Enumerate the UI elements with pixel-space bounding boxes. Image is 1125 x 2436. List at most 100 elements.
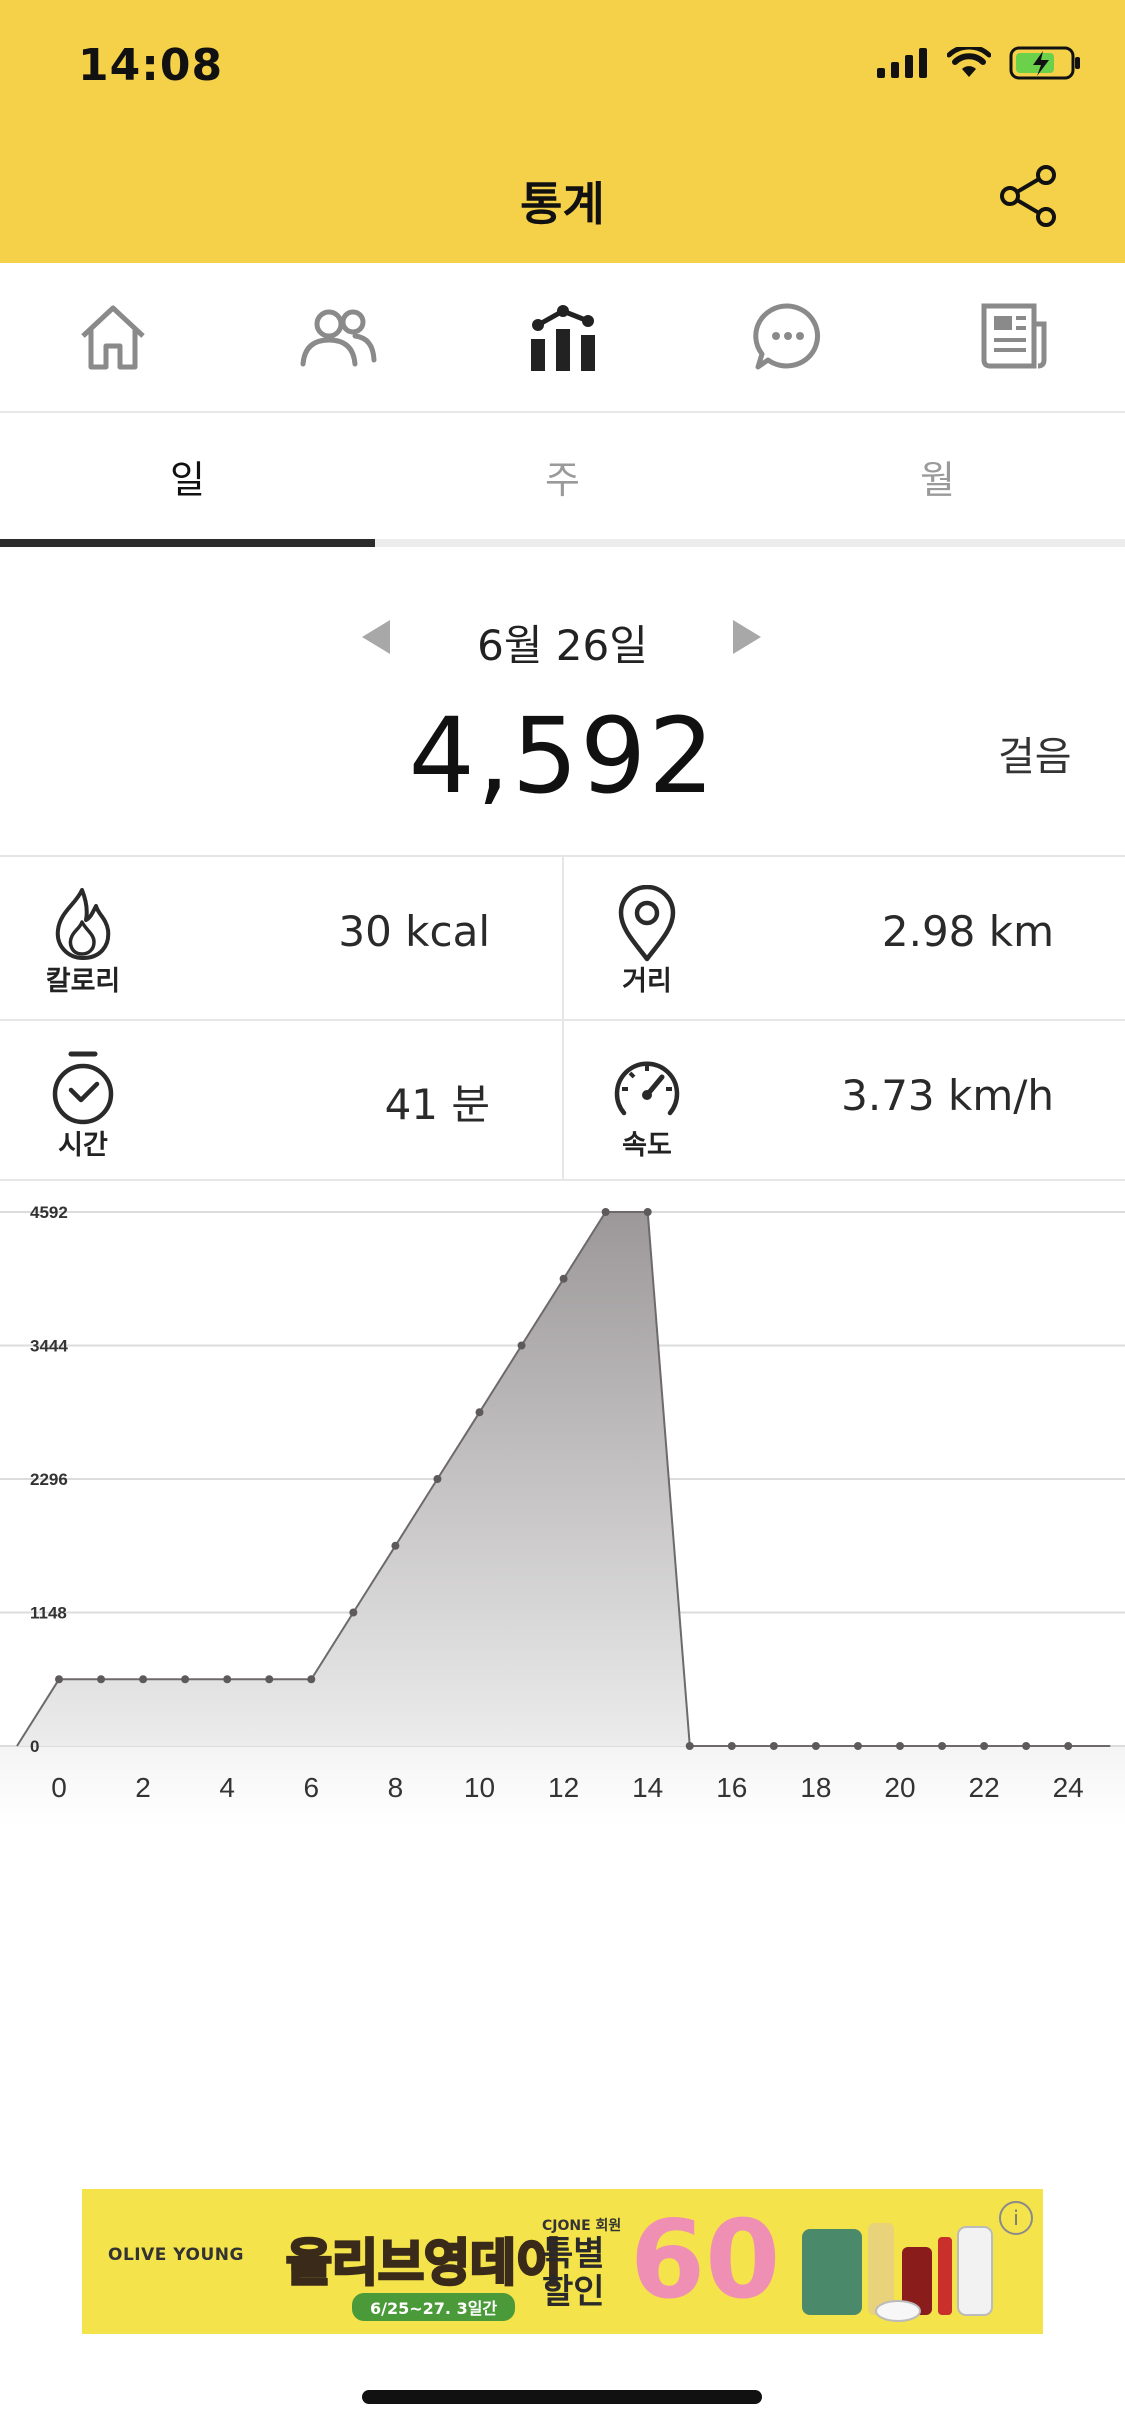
chart-x-tick-label: 12	[548, 1772, 579, 1803]
chart-x-tick-label: 18	[800, 1772, 831, 1803]
chart-data-point	[769, 1742, 778, 1750]
stat-distance-value: 2.98 km	[881, 907, 1054, 956]
chart-data-point	[517, 1341, 526, 1350]
chart-data-point	[811, 1742, 820, 1750]
stat-time: 시간 41 분	[0, 1021, 562, 1183]
chart-data-point	[727, 1742, 736, 1750]
newspaper-icon	[981, 303, 1046, 369]
stat-calories-label: 칼로리	[45, 966, 121, 997]
chart-x-tick-label: 0	[51, 1772, 67, 1803]
ad-products-image	[802, 2223, 993, 2322]
home-icon	[80, 305, 145, 370]
chart-y-tick-label: 0	[30, 1737, 39, 1756]
app-header: 14:08 통계	[0, 0, 1125, 263]
chart-data-point	[181, 1675, 190, 1684]
ad-dates: 6/25~27. 3일간	[352, 2293, 516, 2321]
stats-grid: 칼로리 30 kcal 거리 2.98 km 시간 41 분 속도 3.73 k…	[0, 855, 1125, 1181]
chart-data-point	[896, 1742, 904, 1750]
chart-x-tick-label: 6	[304, 1772, 320, 1803]
chart-data-point	[601, 1208, 610, 1216]
ad-info-icon[interactable]: i	[999, 2201, 1033, 2235]
stopwatch-icon	[38, 1043, 128, 1133]
stat-time-label: 시간	[58, 1130, 108, 1161]
flame-icon	[38, 879, 128, 969]
nav-chat[interactable]	[675, 263, 900, 411]
date-selector: 6월 26일	[0, 606, 1125, 670]
ad-brand: OLIVE YOUNG	[108, 2245, 244, 2265]
chart-data-point	[685, 1742, 694, 1750]
status-time: 14:08	[78, 40, 224, 91]
share-icon	[1000, 165, 1056, 227]
chart-data-point	[265, 1675, 274, 1684]
stat-calories-value: 30 kcal	[338, 907, 490, 956]
ad-title-main: 올리브영	[285, 2233, 472, 2294]
stat-calories: 칼로리 30 kcal	[0, 857, 562, 1019]
share-button[interactable]	[998, 164, 1060, 228]
home-indicator	[362, 2390, 762, 2404]
chart-x-tick-label: 10	[464, 1772, 495, 1803]
chart-x-tick-label: 14	[632, 1772, 663, 1803]
chart-data-point	[433, 1475, 442, 1483]
chat-bubble-icon	[752, 303, 820, 370]
chart-y-tick-label: 1148	[30, 1604, 67, 1623]
chart-data-point	[559, 1274, 568, 1283]
chart-data-point	[980, 1742, 989, 1750]
chart-data-point	[853, 1742, 862, 1750]
chart-x-tick-label: 2	[135, 1772, 151, 1803]
date-label: 6월 26일	[477, 621, 648, 670]
ad-percent: 60	[630, 2198, 781, 2323]
steps-area-chart: 01148229634444592 0 2 4 6 8 10 12 14 16 18 20 22 24	[0, 1203, 1125, 1826]
chart-data-point	[938, 1742, 947, 1750]
stat-distance: 거리 2.98 km	[564, 857, 1125, 1019]
ad-sale-label: 특별 할인	[542, 2234, 605, 2312]
chart-x-tick-label: 16	[716, 1772, 747, 1803]
chart-data-point	[97, 1675, 106, 1684]
tab-week[interactable]: 주	[375, 413, 750, 539]
tab-day[interactable]: 일	[0, 413, 375, 547]
period-tabs: 일 주 월	[0, 413, 1125, 547]
next-date-arrow-icon[interactable]	[733, 620, 761, 654]
chart-data-point	[1022, 1742, 1031, 1750]
wifi-icon	[947, 47, 991, 77]
nav-news[interactable]	[900, 263, 1125, 411]
stat-distance-label: 거리	[622, 966, 672, 997]
stat-time-value: 41 분	[384, 1080, 490, 1129]
chart-data-point	[307, 1675, 316, 1684]
chart-y-tick-label: 3444	[30, 1337, 68, 1356]
page-title: 통계	[520, 177, 605, 231]
chart-data-point	[475, 1408, 484, 1417]
chart-x-tick-label: 22	[969, 1772, 1000, 1803]
nav-friends[interactable]	[225, 263, 450, 411]
chart-data-point	[1064, 1742, 1073, 1750]
main-nav	[0, 263, 1125, 413]
chart-x-tick-label: 8	[388, 1772, 404, 1803]
status-icons	[877, 46, 1081, 80]
chart-data-point	[643, 1208, 652, 1216]
step-count: 4,592	[408, 695, 717, 817]
speedometer-icon	[602, 1043, 692, 1133]
signal-icon	[877, 48, 927, 78]
ad-cj-label: CJONE 회원	[542, 2218, 622, 2234]
chart-x-tick-label: 20	[884, 1772, 915, 1803]
people-icon	[300, 309, 376, 367]
chart-x-tick-label: 4	[219, 1772, 235, 1803]
tab-month[interactable]: 월	[750, 413, 1125, 539]
chart-data-point	[223, 1675, 232, 1684]
stat-speed: 속도 3.73 km/h	[564, 1021, 1125, 1183]
ad-banner[interactable]: OLIVE YOUNG 올리브영데이 6/25~27. 3일간 CJONE 회원…	[82, 2189, 1043, 2334]
nav-stats[interactable]	[450, 263, 675, 411]
battery-icon	[1009, 46, 1080, 80]
stat-speed-label: 속도	[622, 1130, 672, 1161]
chart-y-tick-label: 4592	[30, 1203, 68, 1222]
chart-data-point	[139, 1675, 148, 1684]
chart-data-point	[391, 1541, 400, 1550]
nav-home[interactable]	[0, 263, 225, 411]
chart-x-tick-label: 24	[1053, 1772, 1084, 1803]
stat-speed-value: 3.73 km/h	[841, 1071, 1054, 1120]
chart-data-point	[55, 1675, 63, 1684]
location-pin-icon	[602, 879, 692, 969]
steps-chart: 0 1148 2296 3444 4592 0 2 4 6 8 10 12 14 16 18 20 22 24	[0, 1183, 1125, 1843]
chart-y-tick-label: 2296	[30, 1470, 68, 1489]
step-unit: 걸음	[998, 734, 1072, 780]
bar-chart-icon	[530, 305, 595, 371]
